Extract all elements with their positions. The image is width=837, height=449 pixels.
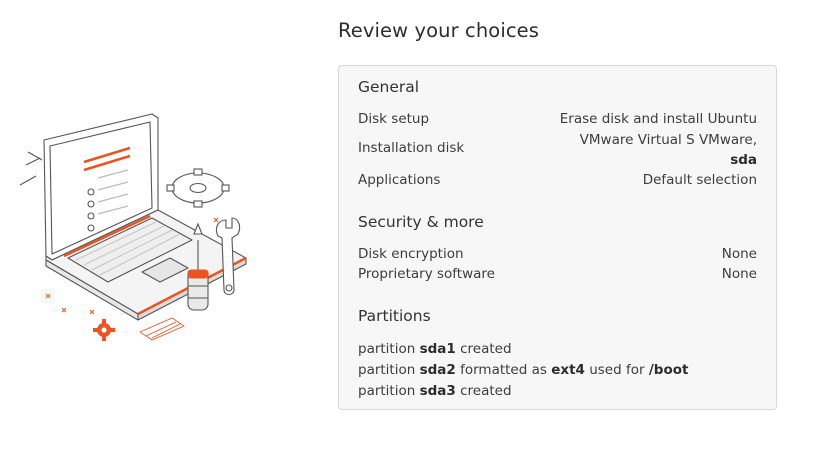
partition-name: sda2: [419, 362, 456, 378]
installation-disk-device: VMware Virtual S VMware,: [579, 132, 757, 148]
applications-value: Default selection: [642, 172, 757, 188]
laptop-tools-illustration: [19, 113, 247, 341]
partition-filesystem: ext4: [551, 362, 585, 378]
installation-disk-id: sda: [730, 152, 757, 168]
partition-line: partition sda3 created: [358, 383, 512, 399]
security-heading: Security & more: [358, 213, 484, 231]
partition-action: created: [460, 383, 512, 399]
disk-setup-value: Erase disk and install Ubuntu: [559, 111, 757, 127]
partition-word: partition: [358, 341, 416, 357]
disk-setup-label: Disk setup: [358, 111, 430, 127]
general-heading: General: [358, 78, 420, 96]
partitions-heading: Partitions: [358, 307, 431, 325]
partition-line: partition sda1 created: [358, 341, 512, 357]
partition-line: partition sda2 formatted as ext4 used fo…: [358, 362, 688, 378]
partition-name: sda1: [419, 341, 456, 357]
page-title: Review your choices: [338, 19, 540, 42]
disk-encryption-value: None: [721, 246, 757, 262]
summary-card: General Disk setup Erase disk and instal…: [338, 65, 777, 410]
proprietary-software-label: Proprietary software: [358, 266, 495, 282]
disk-encryption-label: Disk encryption: [358, 246, 464, 262]
partition-action: created: [460, 341, 512, 357]
partition-name: sda3: [419, 383, 456, 399]
partition-word: partition: [358, 362, 416, 378]
partition-used-for-text: used for: [589, 362, 645, 378]
installation-disk-label: Installation disk: [358, 140, 465, 156]
proprietary-software-value: None: [721, 266, 757, 282]
partition-mount-point: /boot: [648, 362, 689, 378]
partition-formatted-text: formatted as: [460, 362, 547, 378]
partition-word: partition: [358, 383, 416, 399]
applications-label: Applications: [358, 172, 441, 188]
installation-disk-value: VMware Virtual S VMware, sda: [580, 130, 757, 170]
